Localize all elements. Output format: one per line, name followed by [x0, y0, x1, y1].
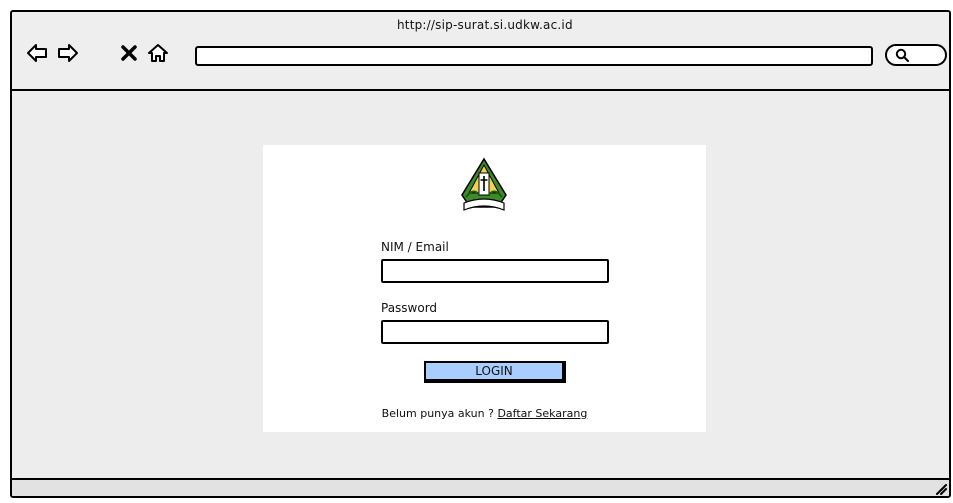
forward-arrow-icon[interactable] — [57, 42, 79, 64]
close-icon[interactable] — [118, 42, 140, 64]
page-content: NIM / Email Password LOGIN Belum punya a… — [12, 91, 949, 478]
back-arrow-icon[interactable] — [26, 42, 48, 64]
login-card: NIM / Email Password LOGIN Belum punya a… — [263, 145, 706, 432]
username-label: NIM / Email — [381, 240, 449, 254]
browser-window: http://sip-surat.si.udkw.ac.id NIM / Ema… — [10, 10, 951, 498]
register-prompt-text: Belum punya akun ? — [381, 407, 494, 420]
browser-toolbar: http://sip-surat.si.udkw.ac.id — [12, 12, 949, 91]
register-prompt-line: Belum punya akun ? Daftar Sekarang — [263, 407, 706, 420]
register-link[interactable]: Daftar Sekarang — [497, 407, 587, 420]
resize-grip-icon[interactable] — [933, 481, 947, 495]
login-button[interactable]: LOGIN — [424, 361, 566, 383]
search-icon — [895, 48, 909, 62]
status-bar — [12, 478, 949, 496]
search-button[interactable] — [885, 44, 947, 66]
home-icon[interactable] — [147, 42, 169, 64]
username-input[interactable] — [381, 259, 609, 283]
password-input[interactable] — [381, 320, 609, 344]
page-url: http://sip-surat.si.udkw.ac.id — [397, 18, 573, 32]
university-logo — [458, 157, 510, 221]
password-label: Password — [381, 301, 438, 315]
address-bar[interactable] — [195, 46, 873, 66]
